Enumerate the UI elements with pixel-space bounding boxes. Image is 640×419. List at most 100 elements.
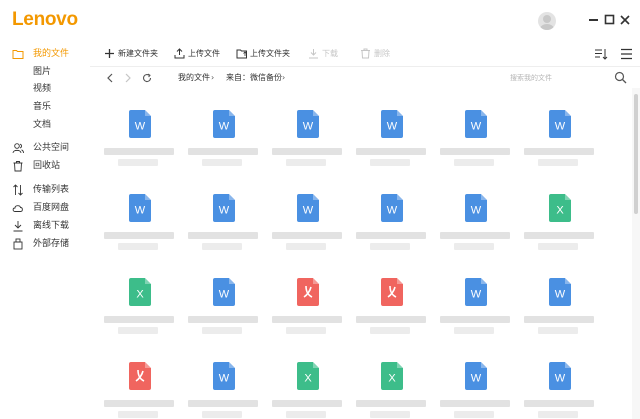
- sidebar-item-public-space[interactable]: 公共空间: [0, 139, 90, 157]
- sidebar-item-music[interactable]: 音乐: [33, 101, 51, 113]
- usb-drive-icon: [13, 238, 23, 250]
- toolbar: 新建文件夹 上传文件 上传文件夹 下载 删除: [90, 42, 640, 66]
- excel-file-tile[interactable]: X: [264, 340, 348, 419]
- word-file-tile[interactable]: W: [264, 172, 348, 258]
- word-file-tile[interactable]: W: [516, 88, 600, 174]
- refresh-icon[interactable]: [142, 73, 152, 83]
- svg-text:W: W: [219, 289, 230, 301]
- plus-icon: [105, 49, 114, 58]
- blurred-file-name: [356, 316, 426, 336]
- excel-file-tile[interactable]: X: [516, 172, 600, 258]
- excel-file-tile[interactable]: X: [348, 340, 432, 419]
- word-file-tile[interactable]: W: [348, 172, 432, 258]
- word-file-tile[interactable]: W: [180, 256, 264, 342]
- pdf-file-icon: [381, 278, 403, 306]
- word-file-tile[interactable]: W: [180, 340, 264, 419]
- list-view-icon[interactable]: [620, 48, 633, 60]
- minimize-icon[interactable]: [587, 12, 601, 28]
- search-input[interactable]: [510, 71, 620, 85]
- upload-icon: [174, 48, 185, 59]
- sidebar-item-baidu-disk[interactable]: 百度网盘: [0, 199, 90, 217]
- word-file-icon: W: [213, 278, 235, 306]
- sidebar-item-videos[interactable]: 视频: [33, 83, 51, 95]
- cloud-icon: [12, 205, 23, 212]
- scroll-thumb[interactable]: [634, 94, 638, 214]
- download-icon: [13, 221, 23, 232]
- breadcrumb-my-files[interactable]: 我的文件: [178, 72, 210, 84]
- svg-text:W: W: [135, 121, 146, 133]
- blurred-file-name: [188, 148, 258, 168]
- word-file-tile[interactable]: W: [516, 340, 600, 419]
- excel-file-tile[interactable]: X: [96, 256, 180, 342]
- pdf-file-icon: [297, 278, 319, 306]
- search-icon[interactable]: [614, 71, 627, 84]
- sidebar-item-label: 离线下载: [33, 221, 70, 231]
- sidebar-item-label: 回收站: [33, 161, 61, 171]
- pdf-file-tile[interactable]: [264, 256, 348, 342]
- blurred-file-name: [524, 400, 594, 419]
- word-file-tile[interactable]: W: [432, 88, 516, 174]
- scrollbar[interactable]: [632, 88, 640, 419]
- sidebar-item-recycle-bin[interactable]: 回收站: [0, 157, 90, 175]
- sidebar-item-transfer-list[interactable]: 传输列表: [0, 181, 90, 199]
- excel-file-icon: X: [129, 278, 151, 306]
- svg-text:W: W: [219, 205, 230, 217]
- sidebar-item-documents[interactable]: 文档: [33, 119, 51, 131]
- word-file-tile[interactable]: W: [432, 340, 516, 419]
- avatar[interactable]: [538, 12, 556, 30]
- word-file-icon: W: [381, 194, 403, 222]
- word-file-icon: W: [465, 278, 487, 306]
- word-file-tile[interactable]: W: [348, 88, 432, 174]
- main-panel: 新建文件夹 上传文件 上传文件夹 下载 删除 我的文件 › 来自：微信备份 ›: [90, 42, 640, 419]
- trash-icon: [13, 161, 23, 172]
- svg-text:W: W: [471, 121, 482, 133]
- blurred-file-name: [440, 400, 510, 419]
- forward-icon[interactable]: [123, 73, 133, 83]
- blurred-file-name: [356, 232, 426, 252]
- blurred-file-name: [104, 400, 174, 419]
- blurred-file-name: [104, 232, 174, 252]
- word-file-icon: W: [465, 194, 487, 222]
- word-file-tile[interactable]: W: [264, 88, 348, 174]
- title-bar: Lenovo: [0, 0, 640, 42]
- back-icon[interactable]: [105, 73, 115, 83]
- pdf-file-tile[interactable]: [348, 256, 432, 342]
- sidebar-item-label: 我的文件: [33, 49, 70, 59]
- word-file-icon: W: [213, 362, 235, 390]
- word-file-icon: W: [381, 110, 403, 138]
- sidebar-item-label: 外部存储: [33, 239, 70, 249]
- close-icon[interactable]: [618, 12, 632, 28]
- word-file-icon: W: [549, 278, 571, 306]
- blurred-file-name: [524, 232, 594, 252]
- word-file-tile[interactable]: W: [180, 88, 264, 174]
- word-file-tile[interactable]: W: [432, 256, 516, 342]
- word-file-tile[interactable]: W: [432, 172, 516, 258]
- word-file-tile[interactable]: W: [96, 172, 180, 258]
- chevron-right-icon: ›: [282, 73, 286, 82]
- blurred-file-name: [104, 148, 174, 168]
- blurred-file-name: [356, 400, 426, 419]
- word-file-icon: W: [129, 110, 151, 138]
- sidebar-item-offline-download[interactable]: 离线下载: [0, 217, 90, 235]
- svg-text:W: W: [387, 205, 398, 217]
- new-folder-label: 新建文件夹: [118, 49, 158, 58]
- excel-file-icon: X: [381, 362, 403, 390]
- word-file-tile[interactable]: W: [516, 256, 600, 342]
- word-file-tile[interactable]: W: [180, 172, 264, 258]
- sidebar-item-label: 公共空间: [33, 143, 70, 153]
- sidebar-item-external-storage[interactable]: 外部存储: [0, 235, 90, 253]
- sidebar-item-label: 百度网盘: [33, 203, 70, 213]
- blurred-file-name: [272, 232, 342, 252]
- word-file-tile[interactable]: W: [96, 88, 180, 174]
- sidebar-item-my-files[interactable]: 我的文件: [0, 45, 90, 63]
- sort-icon[interactable]: [594, 48, 608, 60]
- svg-text:W: W: [555, 289, 566, 301]
- maximize-icon[interactable]: [603, 12, 617, 28]
- breadcrumb-wechat-backup[interactable]: 来自：微信备份: [226, 72, 282, 84]
- navigation-bar: 我的文件 › 来自：微信备份 ›: [90, 66, 640, 88]
- pdf-file-tile[interactable]: [96, 340, 180, 419]
- sidebar-item-pictures[interactable]: 图片: [33, 66, 51, 78]
- upload-file-label: 上传文件: [188, 49, 220, 58]
- blurred-file-name: [188, 400, 258, 419]
- word-file-icon: W: [297, 194, 319, 222]
